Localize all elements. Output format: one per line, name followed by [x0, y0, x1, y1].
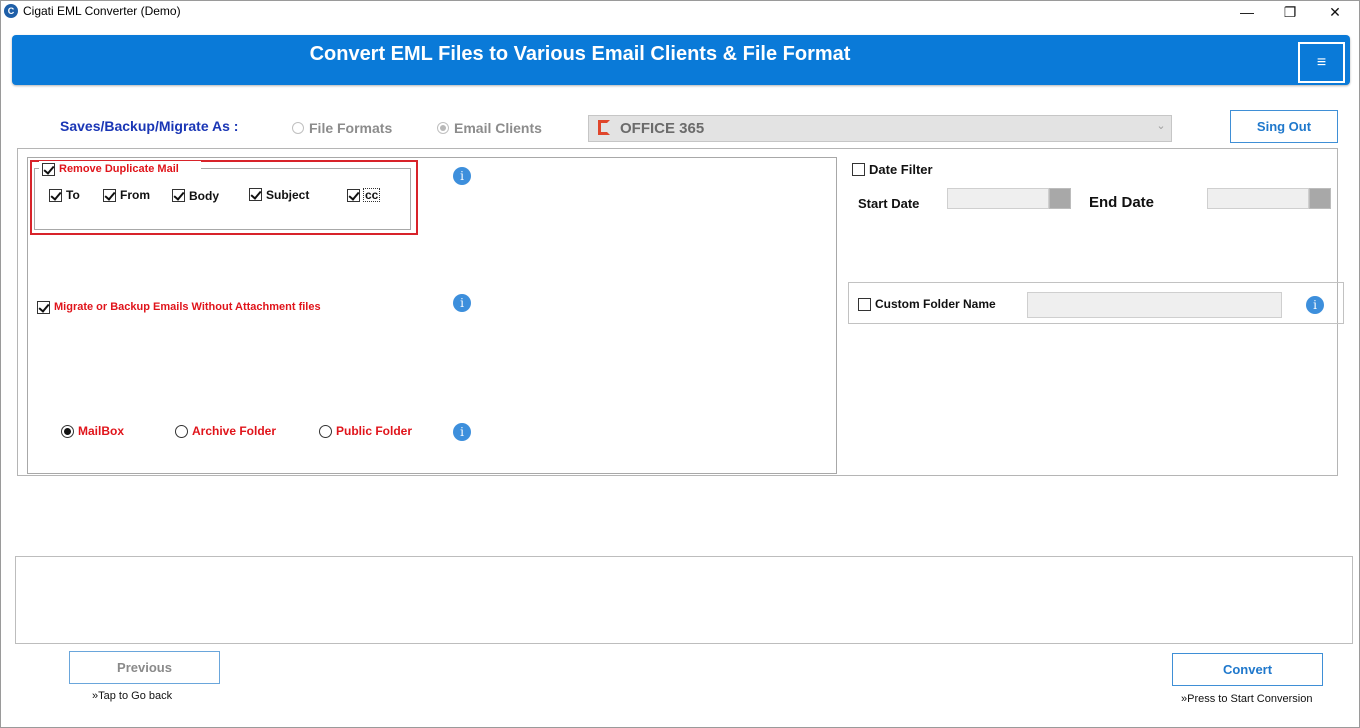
sign-out-button[interactable]: Sing Out [1230, 110, 1338, 143]
previous-button[interactable]: Previous [69, 651, 220, 684]
archive-folder-label: Archive Folder [192, 424, 277, 438]
custom-folder-label: Custom Folder Name [875, 297, 996, 311]
app-logo-icon: C [4, 4, 18, 18]
end-date-label: End Date [1089, 194, 1155, 211]
mailbox-radio[interactable] [61, 425, 74, 438]
info-icon[interactable]: i [453, 167, 471, 185]
convert-button[interactable]: Convert [1172, 653, 1323, 686]
email-clients-radio[interactable] [437, 122, 449, 134]
dup-body-checkbox[interactable] [172, 189, 185, 202]
start-date-input[interactable] [947, 188, 1049, 209]
without-attachment-checkbox[interactable] [37, 301, 50, 314]
custom-folder-checkbox[interactable] [858, 298, 871, 311]
end-date-picker-button[interactable] [1309, 188, 1331, 209]
remove-duplicate-label: Remove Duplicate Mail [59, 163, 179, 175]
custom-folder-input[interactable] [1027, 292, 1282, 318]
info-icon[interactable]: i [1306, 296, 1324, 314]
log-panel [15, 556, 1353, 644]
email-client-value: OFFICE 365 [620, 120, 705, 137]
previous-hint: »Tap to Go back [92, 690, 173, 702]
start-date-label: Start Date [858, 196, 920, 211]
remove-duplicate-checkbox[interactable] [42, 163, 55, 176]
saves-as-label: Saves/Backup/Migrate As : [60, 118, 239, 134]
end-date-input[interactable] [1207, 188, 1309, 209]
window-title: Cigati EML Converter (Demo) [23, 4, 181, 18]
dup-body-label: Body [189, 189, 219, 203]
page-title: Convert EML Files to Various Email Clien… [309, 43, 851, 65]
file-formats-label: File Formats [309, 120, 393, 136]
dup-to-label: To [66, 188, 80, 202]
mailbox-label: MailBox [78, 424, 125, 438]
dup-cc-label: cc [362, 188, 381, 202]
chevron-down-icon[interactable]: ⌄ [1152, 119, 1170, 139]
dup-from-checkbox[interactable] [103, 189, 116, 202]
start-date-picker-button[interactable] [1049, 188, 1071, 209]
email-clients-label: Email Clients [454, 120, 542, 136]
info-icon[interactable]: i [453, 294, 471, 312]
convert-hint: »Press to Start Conversion [1181, 693, 1313, 705]
date-filter-checkbox[interactable] [852, 163, 865, 176]
maximize-button[interactable]: ❐ [1275, 2, 1305, 22]
dup-subject-checkbox[interactable] [249, 188, 262, 201]
public-folder-radio[interactable] [319, 425, 332, 438]
file-formats-radio[interactable] [292, 122, 304, 134]
dup-from-label: From [120, 188, 150, 202]
info-icon[interactable]: i [453, 423, 471, 441]
dup-cc-checkbox[interactable] [347, 189, 360, 202]
dup-subject-label: Subject [266, 188, 310, 202]
public-folder-label: Public Folder [336, 424, 413, 438]
office365-icon [598, 120, 610, 135]
archive-folder-radio[interactable] [175, 425, 188, 438]
hamburger-icon: ≡ [1316, 54, 1327, 71]
date-filter-label: Date Filter [869, 162, 933, 177]
menu-button[interactable]: ≡ [1298, 42, 1345, 83]
close-button[interactable]: ✕ [1320, 2, 1350, 22]
dup-to-checkbox[interactable] [49, 189, 62, 202]
minimize-button[interactable]: — [1232, 2, 1262, 22]
without-attachment-label: Migrate or Backup Emails Without Attachm… [54, 301, 321, 313]
